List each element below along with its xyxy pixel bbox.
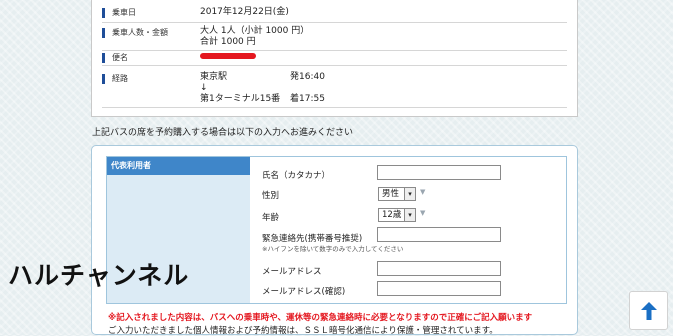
- name-input[interactable]: [377, 165, 501, 180]
- gender-select[interactable]: 男性 ▾: [378, 187, 416, 201]
- email-confirm-label: メールアドレス(確認): [262, 287, 346, 297]
- scroll-to-top-button[interactable]: [629, 291, 668, 330]
- passengers-value: 大人 1人（小計 1000 円） 合計 1000 円: [200, 26, 309, 48]
- email-input[interactable]: [377, 261, 501, 276]
- chevron-down-icon: ▾: [404, 209, 415, 221]
- phone-input[interactable]: [377, 227, 501, 242]
- date-value: 2017年12月22日(金): [200, 7, 289, 17]
- arrow-up-icon: [641, 302, 657, 320]
- email-label: メールアドレス: [262, 267, 322, 277]
- summary-row-service: 便名: [102, 50, 567, 66]
- route-label: 経路: [102, 74, 128, 84]
- email-confirm-input[interactable]: [377, 281, 501, 296]
- depart-time: 発16:40: [290, 72, 325, 82]
- passenger-form: 代表利用者 氏名（カタカナ） 性別 男性 ▾ ▼ 年齢 12歳 ▾ ▼ 緊急連絡…: [91, 145, 578, 336]
- redacted-service-name: [200, 53, 256, 59]
- summary-row-passengers: 乗車人数・金額 大人 1人（小計 1000 円） 合計 1000 円: [102, 22, 567, 51]
- chevron-down-icon: ▼: [420, 188, 426, 196]
- gender-label: 性別: [262, 191, 280, 201]
- age-value: 12歳: [382, 210, 402, 220]
- chevron-down-icon: ▾: [404, 188, 415, 200]
- passengers-total: 合計 1000 円: [200, 37, 256, 47]
- route-origin: 東京駅: [200, 72, 228, 82]
- summary-row-date: 乗車日 2017年12月22日(金): [102, 0, 567, 23]
- representative-fields: 氏名（カタカナ） 性別 男性 ▾ ▼ 年齢 12歳 ▾ ▼ 緊急連絡先(携帯番号…: [250, 157, 566, 303]
- route-arrow-icon: ↓: [200, 83, 208, 93]
- name-label: 氏名（カタカナ）: [262, 171, 331, 181]
- phone-hint: ※ハイフンを除いて数字のみで入力してください: [262, 245, 404, 253]
- summary-row-route: 経路 東京駅 ↓ 第1ターミナル15番 発16:40 - 着17:55: [102, 65, 567, 108]
- passengers-subtotal: 大人 1人（小計 1000 円）: [200, 26, 310, 36]
- date-label: 乗車日: [102, 8, 136, 18]
- channel-watermark: ハルチャンネル: [8, 261, 190, 290]
- route-times: 発16:40 - 着17:55: [290, 72, 325, 105]
- section-title: 代表利用者: [107, 157, 250, 175]
- route-stops: 東京駅 ↓ 第1ターミナル15番: [200, 72, 280, 105]
- chevron-down-icon: ▼: [420, 209, 426, 217]
- service-label: 便名: [102, 53, 128, 63]
- gender-value: 男性: [382, 189, 400, 199]
- age-select[interactable]: 12歳 ▾: [378, 208, 416, 222]
- privacy-notice: ご入力いただきました個人情報および予約情報は、ＳＳＬ暗号化通信により保護・管理さ…: [108, 326, 498, 336]
- route-destination: 第1ターミナル15番: [200, 94, 281, 104]
- proceed-notice: 上記バスの席を予約購入する場合は以下の入力へお進みください: [92, 128, 354, 138]
- accuracy-warning: ※記入されました内容は、バスへの乗車時や、運休等の緊急連絡時に必要となりますので…: [108, 313, 533, 323]
- reservation-summary: 乗車日 2017年12月22日(金) 乗車人数・金額 大人 1人（小計 1000…: [91, 0, 578, 117]
- age-label: 年齢: [262, 213, 280, 223]
- arrive-time: 着17:55: [290, 94, 325, 104]
- passengers-label: 乗車人数・金額: [102, 28, 168, 38]
